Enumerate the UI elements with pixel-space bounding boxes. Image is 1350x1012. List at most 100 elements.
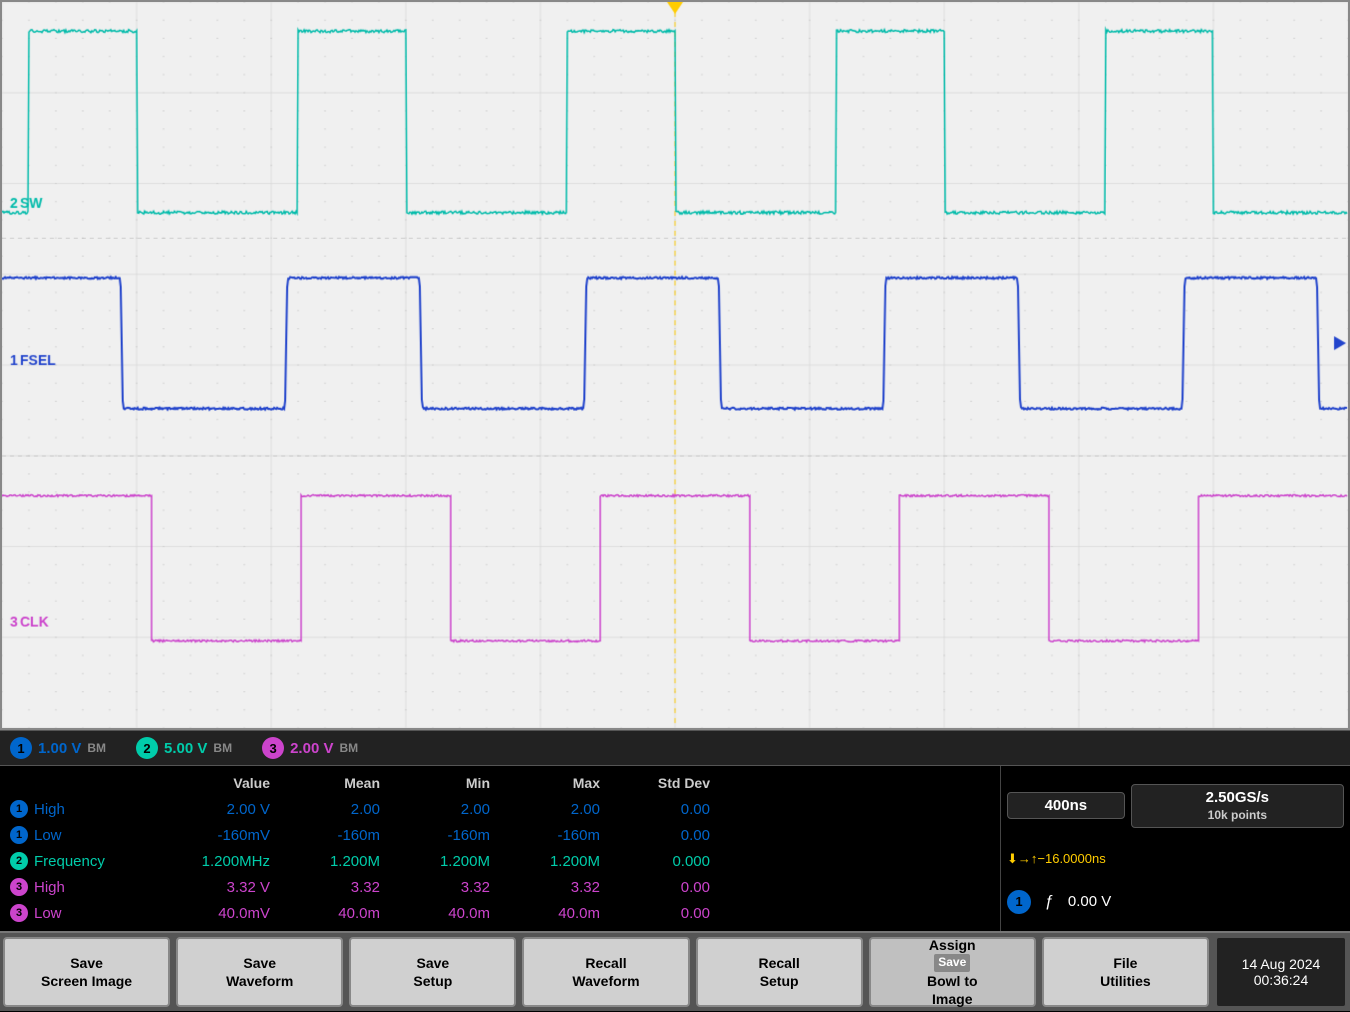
stat-val-mean-3: 3.32 xyxy=(280,879,390,896)
stat-val-max-1: -160m xyxy=(500,827,610,844)
stat-val-value-2: 1.200MHz xyxy=(170,853,280,870)
stats-row-3: 3 High 3.32 V 3.32 3.32 3.32 0.00 xyxy=(10,874,990,900)
stat-label-3: 3 High xyxy=(10,878,170,896)
timing-panel: 400ns 2.50GS/s 10k points ⬇→↑−16.0000ns … xyxy=(1000,766,1350,931)
stat-label-2: 2 Frequency xyxy=(10,852,170,870)
stats-table: Value Mean Min Max Std Dev 1 High 2.00 V… xyxy=(0,766,1000,931)
recall-setup-line1: Recall xyxy=(759,954,800,972)
channel-1-info[interactable]: 1 1.00 V BM xyxy=(10,737,106,759)
date-line1: 14 Aug 2024 xyxy=(1242,956,1321,972)
col-mean-header: Mean xyxy=(280,775,390,791)
stat-val-value-4: 40.0mV xyxy=(170,905,280,922)
stat-val-stddev-1: 0.00 xyxy=(610,827,720,844)
save-screen-line2: Screen Image xyxy=(41,972,132,990)
file-util-line2: Utilities xyxy=(1100,972,1151,990)
stat-val-min-2: 1.200M xyxy=(390,853,500,870)
ch3-voltage: 2.00 V xyxy=(290,740,333,757)
stats-row-2: 2 Frequency 1.200MHz 1.200M 1.200M 1.200… xyxy=(10,848,990,874)
sample-rate-box[interactable]: 2.50GS/s 10k points xyxy=(1131,784,1344,828)
save-waveform-line1: Save xyxy=(243,954,276,972)
stat-circle-0: 1 xyxy=(10,800,28,818)
timing-ch-circle: 1 xyxy=(1007,890,1031,914)
stats-area: Value Mean Min Max Std Dev 1 High 2.00 V… xyxy=(0,766,1350,931)
stat-val-mean-1: -160m xyxy=(280,827,390,844)
save-screen-line1: Save xyxy=(70,954,103,972)
assign-bowl-button[interactable]: Assign Save Bowl to Image xyxy=(869,937,1036,1007)
waveform-canvas xyxy=(2,2,1348,728)
stat-label-1: 1 Low xyxy=(10,826,170,844)
ch3-ground: BM xyxy=(339,741,358,755)
stat-val-value-3: 3.32 V xyxy=(170,879,280,896)
stat-val-stddev-3: 0.00 xyxy=(610,879,720,896)
assign-line2: Bowl to xyxy=(927,972,978,990)
stat-val-stddev-2: 0.000 xyxy=(610,853,720,870)
button-bar: Save Screen Image Save Waveform Save Set… xyxy=(0,931,1350,1011)
stat-label-4: 3 Low xyxy=(10,904,170,922)
stat-val-stddev-4: 0.00 xyxy=(610,905,720,922)
stat-circle-1: 1 xyxy=(10,826,28,844)
stat-val-min-0: 2.00 xyxy=(390,801,500,818)
stat-val-stddev-0: 0.00 xyxy=(610,801,720,818)
stat-name-1: Low xyxy=(34,827,62,844)
channel-3-info[interactable]: 3 2.00 V BM xyxy=(262,737,358,759)
file-util-line1: File xyxy=(1113,954,1137,972)
ch1-voltage: 1.00 V xyxy=(38,740,81,757)
trigger-info: ⬇→↑−16.0000ns xyxy=(1007,851,1344,867)
channel-func-row: 1 ƒ 0.00 V xyxy=(1007,890,1344,914)
stat-val-min-4: 40.0m xyxy=(390,905,500,922)
ch1-ground: BM xyxy=(87,741,106,755)
func-symbol: ƒ xyxy=(1045,893,1054,911)
stat-val-max-3: 3.32 xyxy=(500,879,610,896)
stat-name-2: Frequency xyxy=(34,853,105,870)
col-max-header: Max xyxy=(500,775,610,791)
channel-bar: 1 1.00 V BM 2 5.00 V BM 3 2.00 V BM xyxy=(0,730,1350,766)
stat-label-0: 1 High xyxy=(10,800,170,818)
col-stddev-header: Std Dev xyxy=(610,775,720,791)
stat-val-value-1: -160mV xyxy=(170,827,280,844)
channel-2-info[interactable]: 2 5.00 V BM xyxy=(136,737,232,759)
timebase-box[interactable]: 400ns xyxy=(1007,792,1125,819)
stat-name-4: Low xyxy=(34,905,62,922)
date-display: 14 Aug 2024 00:36:24 xyxy=(1216,937,1346,1007)
stat-val-min-1: -160m xyxy=(390,827,500,844)
stat-circle-3: 3 xyxy=(10,878,28,896)
stats-row-4: 3 Low 40.0mV 40.0m 40.0m 40.0m 0.00 xyxy=(10,900,990,926)
stat-val-min-3: 3.32 xyxy=(390,879,500,896)
save-setup-button[interactable]: Save Setup xyxy=(349,937,516,1007)
trigger-voltage: 0.00 V xyxy=(1068,893,1111,910)
stat-val-max-2: 1.200M xyxy=(500,853,610,870)
save-waveform-line2: Waveform xyxy=(226,972,293,990)
stats-header-row: Value Mean Min Max Std Dev xyxy=(10,770,990,796)
ch2-voltage: 5.00 V xyxy=(164,740,207,757)
stat-circle-2: 2 xyxy=(10,852,28,870)
oscilloscope: 1 1.00 V BM 2 5.00 V BM 3 2.00 V BM Valu… xyxy=(0,0,1350,1012)
stat-val-mean-4: 40.0m xyxy=(280,905,390,922)
ch2-circle: 2 xyxy=(136,737,158,759)
recall-waveform-line1: Recall xyxy=(585,954,626,972)
save-waveform-button[interactable]: Save Waveform xyxy=(176,937,343,1007)
file-utilities-button[interactable]: File Utilities xyxy=(1042,937,1209,1007)
col-min-header: Min xyxy=(390,775,500,791)
recall-waveform-button[interactable]: Recall Waveform xyxy=(522,937,689,1007)
assign-save-label: Save xyxy=(934,954,970,972)
ch2-ground: BM xyxy=(213,741,232,755)
assign-line3: Image xyxy=(932,990,972,1008)
timebase-value: 400ns xyxy=(1045,797,1088,814)
save-setup-line2: Setup xyxy=(413,972,452,990)
stats-row-1: 1 Low -160mV -160m -160m -160m 0.00 xyxy=(10,822,990,848)
waveform-display xyxy=(0,0,1350,730)
recall-setup-line2: Setup xyxy=(760,972,799,990)
col-value-header: Value xyxy=(170,775,280,791)
stat-circle-4: 3 xyxy=(10,904,28,922)
recall-setup-button[interactable]: Recall Setup xyxy=(696,937,863,1007)
timebase-row: 400ns 2.50GS/s 10k points xyxy=(1007,784,1344,828)
points-value: 10k points xyxy=(1208,808,1267,822)
assign-line1: Assign xyxy=(929,936,976,954)
date-line2: 00:36:24 xyxy=(1254,972,1309,988)
stat-val-mean-2: 1.200M xyxy=(280,853,390,870)
save-setup-line1: Save xyxy=(417,954,450,972)
stat-name-3: High xyxy=(34,879,65,896)
ch3-circle: 3 xyxy=(262,737,284,759)
save-screen-button[interactable]: Save Screen Image xyxy=(3,937,170,1007)
stat-val-mean-0: 2.00 xyxy=(280,801,390,818)
